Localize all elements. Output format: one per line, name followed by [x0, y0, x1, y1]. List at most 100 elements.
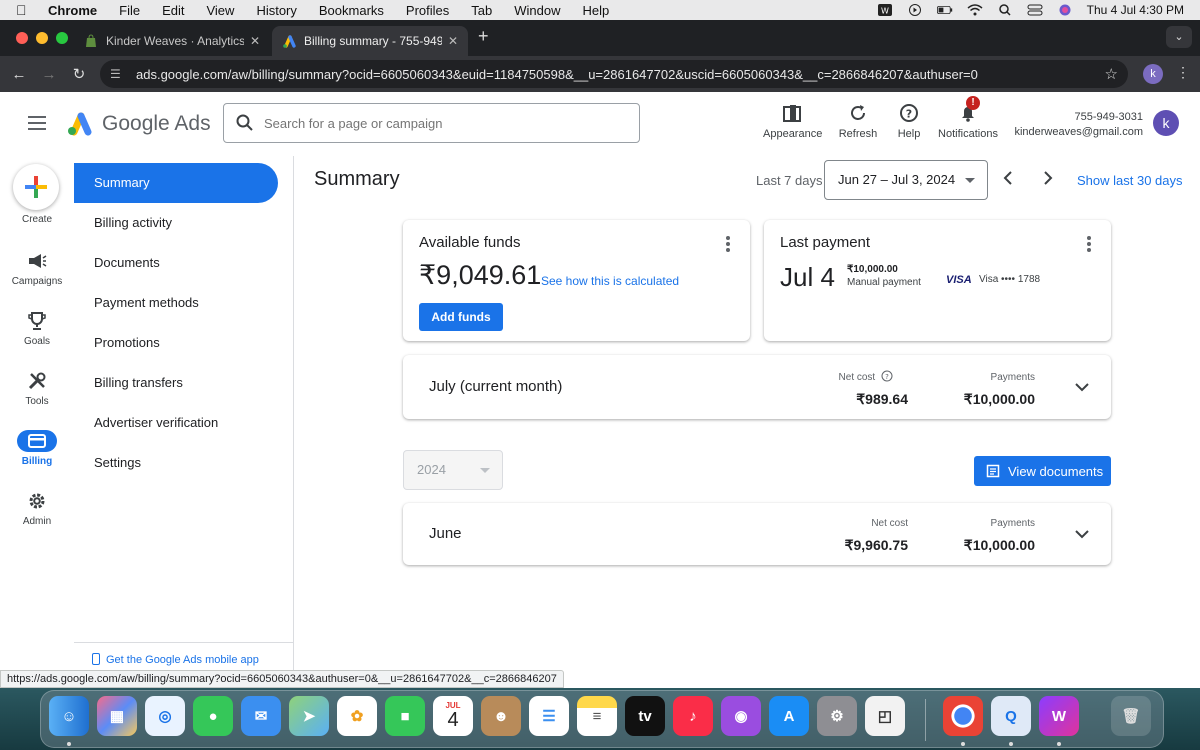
nav-billing-transfers[interactable]: Billing transfers	[74, 363, 278, 403]
help-circle-icon[interactable]: ?	[881, 370, 893, 382]
search-input[interactable]	[264, 115, 639, 131]
tab-search-chevron-icon[interactable]: ⌄	[1166, 26, 1192, 48]
trash-icon[interactable]: 🗑	[1111, 696, 1151, 736]
screenshot-icon[interactable]: ◰	[865, 696, 905, 736]
year-select[interactable]: 2024	[403, 450, 503, 490]
system-settings-icon[interactable]: ⚙	[817, 696, 857, 736]
maps-icon[interactable]: ➤	[289, 696, 329, 736]
previous-period-chevron-icon[interactable]	[1002, 170, 1014, 191]
notifications-button[interactable]: ! Notifications	[936, 96, 1000, 140]
menu-history[interactable]: History	[256, 3, 296, 18]
menu-help[interactable]: Help	[583, 3, 610, 18]
wifi-icon[interactable]	[967, 4, 983, 16]
zoom-window-button[interactable]	[56, 32, 68, 44]
more-options-icon[interactable]	[726, 236, 730, 254]
rail-tools[interactable]: Tools	[0, 370, 74, 407]
music-icon[interactable]: ♪	[673, 696, 713, 736]
site-info-icon[interactable]: ☰	[110, 67, 126, 81]
menu-app-name[interactable]: Chrome	[48, 3, 97, 18]
show-last-30-days-link[interactable]: Show last 30 days	[1077, 173, 1183, 188]
forward-arrow-icon[interactable]: →	[34, 66, 64, 83]
nav-documents[interactable]: Documents	[74, 243, 278, 283]
rail-billing[interactable]: Billing	[0, 430, 74, 467]
browser-profile-avatar[interactable]: k	[1143, 64, 1163, 84]
expand-chevron-icon[interactable]	[1075, 527, 1089, 541]
hamburger-menu-icon[interactable]	[28, 116, 46, 134]
rail-admin[interactable]: Admin	[0, 490, 74, 527]
account-avatar[interactable]: k	[1153, 110, 1179, 136]
menu-window[interactable]: Window	[514, 3, 560, 18]
address-url[interactable]: ads.google.com/aw/billing/summary?ocid=6…	[136, 67, 1105, 82]
tab-analytics[interactable]: Kinder Weaves · Analytics · Sh ✕	[74, 26, 270, 56]
account-info[interactable]: 755-949-3031 kinderweaves@gmail.com	[1014, 110, 1143, 140]
help-button[interactable]: ? Help	[895, 102, 923, 140]
rail-campaigns[interactable]: Campaigns	[0, 250, 74, 287]
nav-billing-activity[interactable]: Billing activity	[74, 203, 278, 243]
menu-profiles[interactable]: Profiles	[406, 3, 449, 18]
menu-bookmarks[interactable]: Bookmarks	[319, 3, 384, 18]
messages-icon[interactable]: ●	[193, 696, 233, 736]
more-options-icon[interactable]	[1087, 236, 1091, 254]
mobile-app-link[interactable]: Get the Google Ads mobile app	[74, 642, 294, 666]
reload-icon[interactable]: ↻	[64, 65, 94, 83]
date-range-select[interactable]: Jun 27 – Jul 3, 2024	[824, 160, 988, 200]
add-funds-button[interactable]: Add funds	[419, 303, 503, 331]
spotlight-search-icon[interactable]	[997, 4, 1013, 16]
new-tab-icon[interactable]: +	[478, 26, 489, 47]
expand-chevron-icon[interactable]	[1075, 380, 1089, 394]
close-window-button[interactable]	[16, 32, 28, 44]
quicktime-icon[interactable]: Q	[991, 696, 1031, 736]
menu-tab[interactable]: Tab	[471, 3, 492, 18]
menubar-clock[interactable]: Thu 4 Jul 4:30 PM	[1087, 3, 1184, 17]
chrome-icon[interactable]	[943, 696, 983, 736]
nav-settings[interactable]: Settings	[74, 443, 278, 483]
facetime-icon[interactable]: ■	[385, 696, 425, 736]
photos-icon[interactable]: ✿	[337, 696, 377, 736]
appearance-button[interactable]: Appearance	[763, 102, 822, 140]
search-box[interactable]	[223, 103, 640, 143]
rail-create[interactable]: Create	[0, 214, 74, 225]
menu-view[interactable]: View	[206, 3, 234, 18]
minimize-window-button[interactable]	[36, 32, 48, 44]
nav-payment-methods[interactable]: Payment methods	[74, 283, 278, 323]
view-documents-button[interactable]: View documents	[974, 456, 1111, 486]
control-center-icon[interactable]	[1027, 4, 1043, 16]
launchpad-icon[interactable]: ▦	[97, 696, 137, 736]
apple-tv-icon[interactable]: tv	[625, 696, 665, 736]
writer-dock-icon[interactable]: W	[1039, 696, 1079, 736]
battery-icon[interactable]	[936, 4, 953, 16]
nav-promotions[interactable]: Promotions	[74, 323, 278, 363]
rail-goals[interactable]: Goals	[0, 310, 74, 347]
next-period-chevron-icon[interactable]	[1042, 170, 1054, 191]
address-bar[interactable]: ☰ ads.google.com/aw/billing/summary?ocid…	[100, 60, 1128, 88]
tab-billing-summary[interactable]: Billing summary - 755-949-3 ✕	[272, 26, 468, 56]
back-arrow-icon[interactable]: ←	[4, 66, 34, 83]
app-store-icon[interactable]: A	[769, 696, 809, 736]
see-how-calculated-link[interactable]: See how this is calculated	[541, 274, 679, 288]
menu-edit[interactable]: Edit	[162, 3, 184, 18]
menu-file[interactable]: File	[119, 3, 140, 18]
bookmark-star-icon[interactable]: ☆	[1105, 65, 1118, 83]
writer-app-icon[interactable]: W	[877, 4, 893, 16]
close-tab-icon[interactable]: ✕	[250, 34, 260, 48]
current-month-card[interactable]: July (current month) Net cost ? ₹989.64 …	[403, 355, 1111, 419]
apple-menu-icon[interactable]: 	[16, 2, 32, 18]
browser-menu-icon[interactable]: ⋮	[1176, 64, 1190, 81]
siri-icon[interactable]	[1057, 4, 1073, 16]
podcasts-icon[interactable]: ◉	[721, 696, 761, 736]
finder-icon[interactable]: ☺	[49, 696, 89, 736]
calendar-icon[interactable]: JUL 4	[433, 696, 473, 736]
current-month-name: July (current month)	[429, 378, 563, 395]
play-icon[interactable]	[907, 4, 923, 16]
safari-icon[interactable]: ◎	[145, 696, 185, 736]
nav-summary[interactable]: Summary	[74, 163, 278, 203]
reminders-icon[interactable]: ☰	[529, 696, 569, 736]
close-tab-icon[interactable]: ✕	[448, 34, 458, 48]
notes-icon[interactable]: ≡	[577, 696, 617, 736]
mail-icon[interactable]: ✉	[241, 696, 281, 736]
contacts-icon[interactable]: ☻	[481, 696, 521, 736]
nav-advertiser-verification[interactable]: Advertiser verification	[74, 403, 278, 443]
refresh-button[interactable]: Refresh	[837, 102, 879, 140]
create-button[interactable]	[13, 164, 59, 210]
past-month-card[interactable]: June Net cost ₹9,960.75 Payments ₹10,000…	[403, 503, 1111, 565]
